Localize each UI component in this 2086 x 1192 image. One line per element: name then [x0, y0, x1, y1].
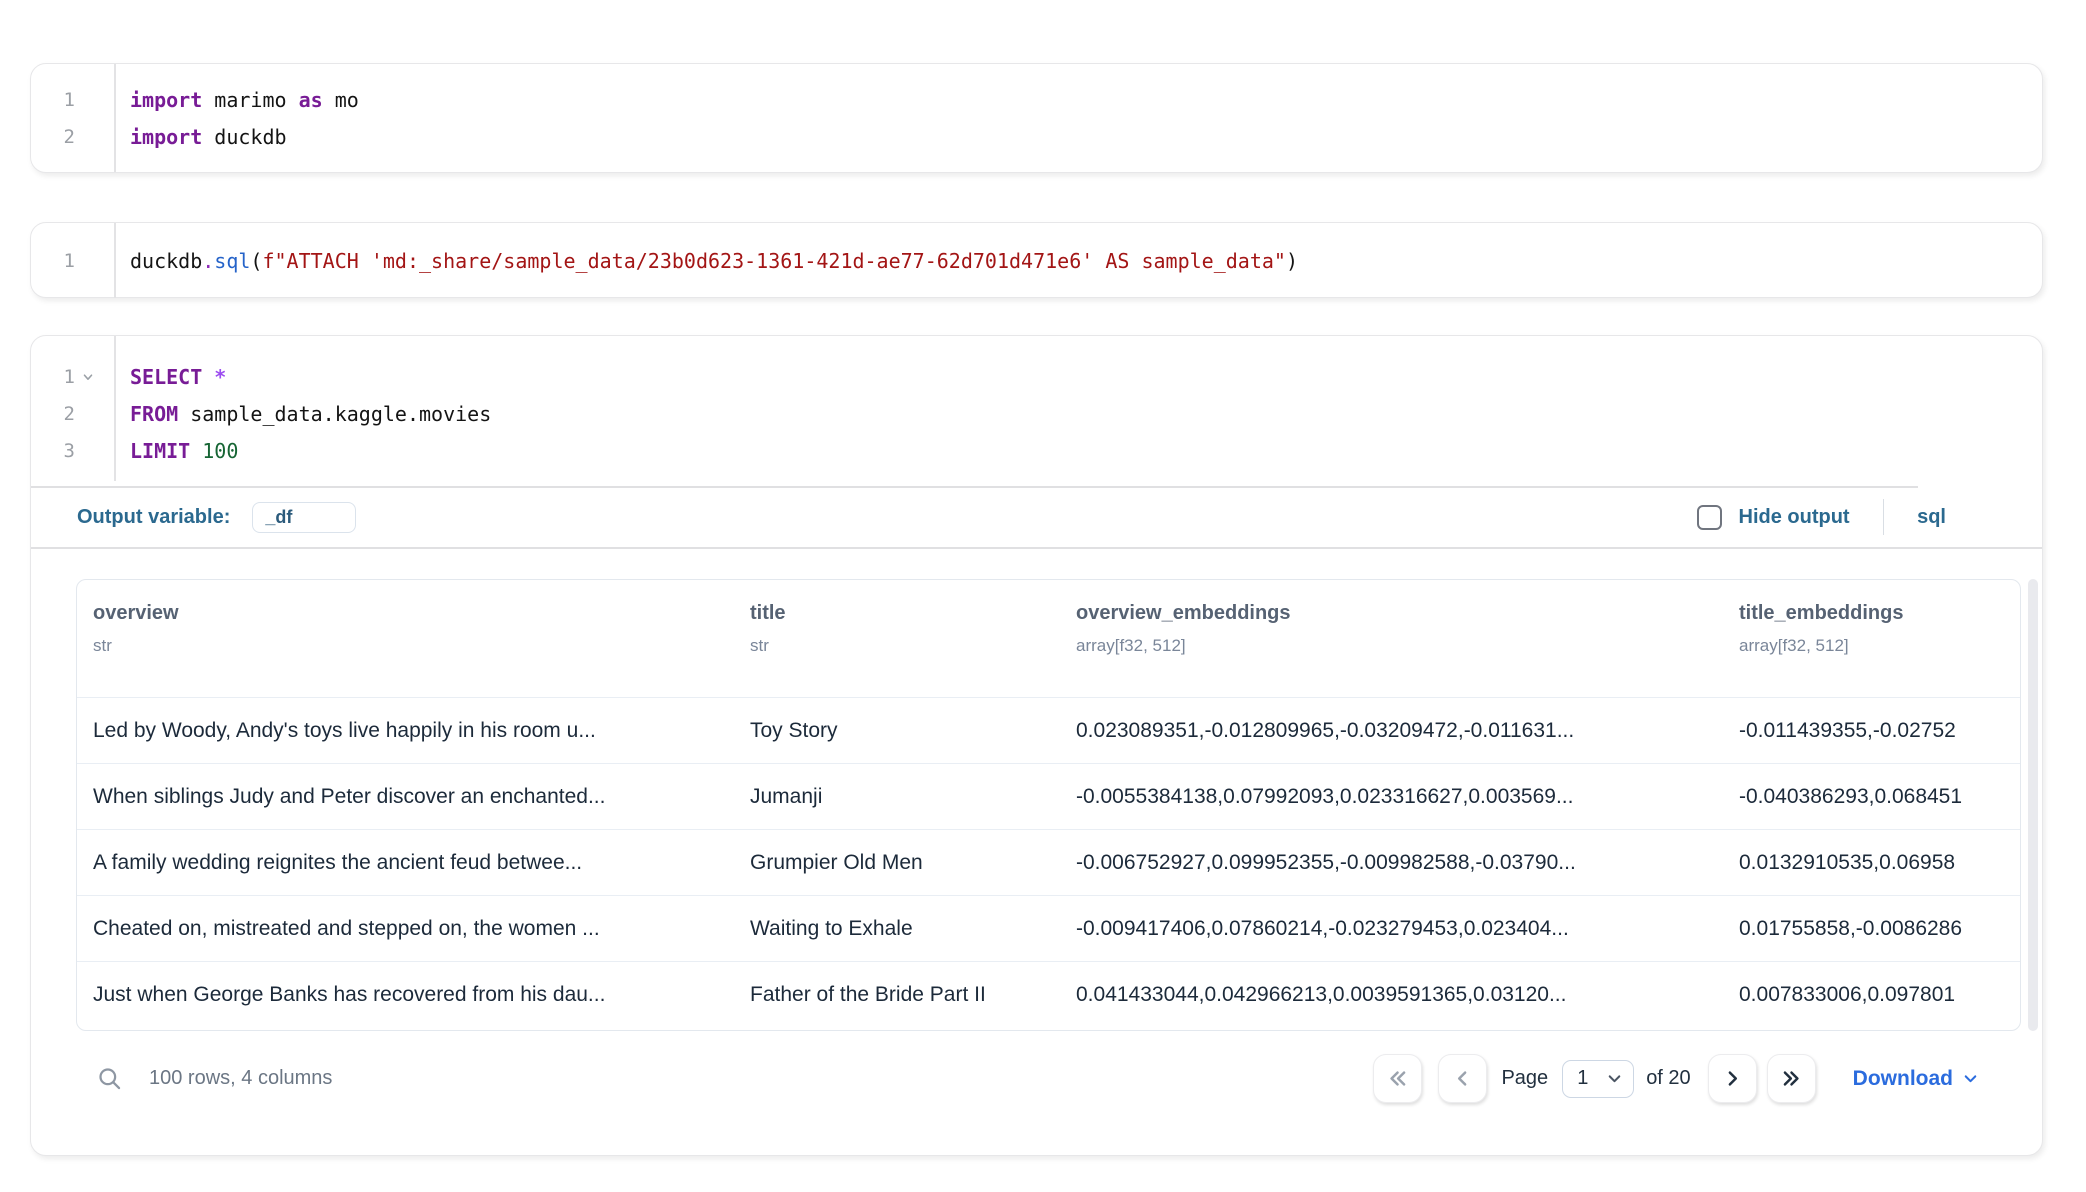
code-cell-imports[interactable]: 1 import marimo as mo 2 import duckdb	[30, 63, 2043, 173]
last-page-button[interactable]	[1767, 1054, 1816, 1103]
output-variable-value: _df	[265, 507, 292, 528]
table-cell: Just when George Banks has recovered fro…	[77, 962, 734, 1027]
code-line[interactable]: 1 import marimo as mo	[31, 81, 2042, 118]
table-cell: Toy Story	[734, 698, 1060, 763]
line-number: 2	[31, 403, 75, 425]
table-cell: Cheated on, mistreated and stepped on, t…	[77, 896, 734, 961]
table-summary-group: 100 rows, 4 columns	[96, 1065, 332, 1092]
table-cell: 0.01755858,-0.0086286	[1723, 896, 2021, 961]
fold-chevron-icon[interactable]	[75, 370, 114, 384]
column-header-overview_embeddings[interactable]: overview_embeddings array[f32, 512]	[1060, 580, 1723, 697]
code-line[interactable]: 1 SELECT *	[31, 358, 2042, 395]
table-cell: 0.007833006,0.097801	[1723, 962, 2021, 1027]
code-text: SELECT *	[114, 365, 226, 389]
table-cell: -0.0055384138,0.07992093,0.023316627,0.0…	[1060, 764, 1723, 829]
line-number: 1	[31, 366, 75, 388]
chevron-down-icon	[1962, 1070, 1979, 1087]
code-text: LIMIT 100	[114, 439, 238, 463]
column-type: array[f32, 512]	[1739, 636, 2006, 656]
page-count-label: of 20	[1646, 1067, 1690, 1090]
column-name: overview	[93, 602, 718, 625]
table-cell: Grumpier Old Men	[734, 830, 1060, 895]
table-cell: 0.0132910535,0.06958	[1723, 830, 2021, 895]
table-cell: Led by Woody, Andy's toys live happily i…	[77, 698, 734, 763]
code-editor[interactable]: 1 SELECT * 2 FROM sample_data.kaggle.movies…	[31, 336, 2042, 481]
table-cell: Waiting to Exhale	[734, 896, 1060, 961]
search-icon[interactable]	[96, 1065, 123, 1092]
pagination-controls: Page 1 of 20	[1373, 1054, 1979, 1103]
dataframe-table: overview str title str overview_embeddingsar…	[76, 579, 2021, 1031]
next-page-button[interactable]	[1708, 1054, 1757, 1103]
code-text: duckdb.sql(f"ATTACH 'md:_share/sample_da…	[114, 249, 1298, 273]
hide-output-checkbox[interactable]	[1697, 505, 1722, 530]
first-page-button[interactable]	[1373, 1054, 1422, 1103]
output-variable-input[interactable]: _df	[252, 502, 356, 533]
language-badge: sql	[1917, 506, 1946, 529]
table-cell: Jumanji	[734, 764, 1060, 829]
table-cell: -0.006752927,0.099952355,-0.009982588,-0…	[1060, 830, 1723, 895]
column-type: str	[750, 636, 1044, 656]
vertical-scrollbar[interactable]	[2028, 579, 2038, 1031]
column-header-overview[interactable]: overview str	[77, 580, 734, 697]
table-footer: 100 rows, 4 columns Page	[96, 1054, 1979, 1103]
line-number: 1	[31, 250, 75, 272]
column-header-title_embeddings[interactable]: title_embeddings array[f32, 512]	[1723, 580, 2021, 697]
code-line[interactable]: 3 LIMIT 100	[31, 432, 2042, 469]
page-select-value: 1	[1577, 1067, 1588, 1090]
page-select[interactable]: 1	[1562, 1060, 1634, 1098]
column-name: overview_embeddings	[1076, 602, 1707, 625]
code-line[interactable]: 2 FROM sample_data.kaggle.movies	[31, 395, 2042, 432]
table-row: A family wedding reignites the ancient f…	[77, 829, 2020, 895]
line-number: 3	[31, 440, 75, 462]
table-row: Just when George Banks has recovered fro…	[77, 961, 2020, 1027]
table-cell: -0.040386293,0.068451	[1723, 764, 2021, 829]
code-text: import marimo as mo	[114, 88, 359, 112]
line-number: 1	[31, 89, 75, 111]
table-cell: -0.011439355,-0.02752	[1723, 698, 2021, 763]
chevron-left-icon	[1452, 1068, 1473, 1089]
download-button[interactable]: Download	[1853, 1067, 1979, 1091]
column-name: title	[750, 602, 1044, 625]
table-cell: 0.041433044,0.042966213,0.0039591365,0.0…	[1060, 962, 1723, 1027]
table-cell: When siblings Judy and Peter discover an…	[77, 764, 734, 829]
row-count-summary: 100 rows, 4 columns	[149, 1067, 332, 1090]
double-chevron-left-icon	[1387, 1068, 1408, 1089]
code-cell-attach[interactable]: 1 duckdb.sql(f"ATTACH 'md:_share/sample_d…	[30, 222, 2043, 298]
column-type: array[f32, 512]	[1076, 636, 1707, 656]
table-row: When siblings Judy and Peter discover an…	[77, 763, 2020, 829]
code-line[interactable]: 2 import duckdb	[31, 118, 2042, 155]
column-header-title[interactable]: title str	[734, 580, 1060, 697]
cell-output-area: overview str title str overview_embeddingsar…	[31, 547, 2042, 1155]
sql-cell: 1 SELECT * 2 FROM sample_data.kaggle.movies…	[30, 335, 2043, 1156]
table-header-row: overview str title str overview_embeddingsar…	[77, 580, 2020, 697]
marimo-notebook: 1 import marimo as mo 2 import duckdb 1 duck…	[0, 0, 2086, 1192]
line-number: 2	[31, 126, 75, 148]
table-cell: -0.009417406,0.07860214,-0.023279453,0.0…	[1060, 896, 1723, 961]
column-type: str	[93, 636, 718, 656]
previous-page-button[interactable]	[1438, 1054, 1487, 1103]
page-label: Page	[1501, 1067, 1548, 1090]
code-line[interactable]: 1 duckdb.sql(f"ATTACH 'md:_share/sample_d…	[31, 242, 2042, 279]
download-label: Download	[1853, 1067, 1953, 1091]
column-name: title_embeddings	[1739, 602, 2006, 625]
output-variable-bar: Output variable: _df Hide output sql	[31, 487, 2042, 547]
code-text: import duckdb	[114, 125, 287, 149]
table-row: Cheated on, mistreated and stepped on, t…	[77, 895, 2020, 961]
code-text: FROM sample_data.kaggle.movies	[114, 402, 491, 426]
code-editor[interactable]: 1 import marimo as mo 2 import duckdb	[31, 64, 2042, 172]
table-cell: 0.023089351,-0.012809965,-0.03209472,-0.…	[1060, 698, 1723, 763]
table-row: Led by Woody, Andy's toys live happily i…	[77, 697, 2020, 763]
table-body: Led by Woody, Andy's toys live happily i…	[77, 697, 2020, 1027]
code-editor[interactable]: 1 duckdb.sql(f"ATTACH 'md:_share/sample_d…	[31, 223, 2042, 298]
vertical-divider	[1883, 499, 1885, 535]
hide-output-label: Hide output	[1739, 506, 1850, 529]
table-cell: Father of the Bride Part II	[734, 962, 1060, 1027]
output-variable-label: Output variable:	[77, 506, 230, 529]
chevron-down-icon	[1606, 1070, 1623, 1087]
double-chevron-right-icon	[1781, 1068, 1802, 1089]
chevron-right-icon	[1722, 1068, 1743, 1089]
table-cell: A family wedding reignites the ancient f…	[77, 830, 734, 895]
